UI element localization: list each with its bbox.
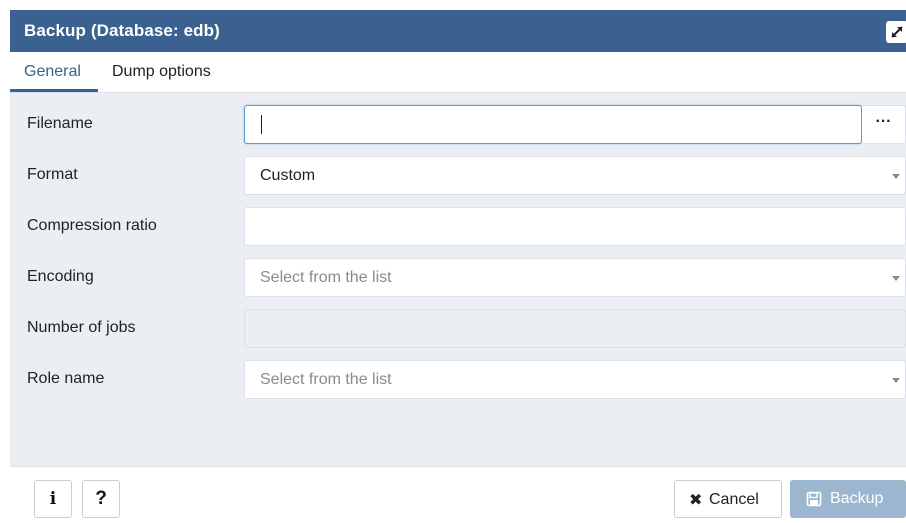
maximize-button[interactable] [886,21,906,43]
encoding-select[interactable]: Select from the list [244,258,906,297]
general-form-panel: Filename ··· Format Custom Compression r… [10,93,906,466]
browse-button[interactable]: ··· [862,105,906,144]
dialog-footer: i ? ✖ Cancel Backup [10,466,906,523]
backup-label: Backup [830,490,884,507]
backup-button[interactable]: Backup [790,480,906,518]
tab-bar: General Dump options [10,52,906,93]
number-of-jobs-label: Number of jobs [27,319,136,336]
save-icon [806,491,822,507]
cancel-button[interactable]: ✖ Cancel [674,480,782,518]
role-name-dropdown-arrow-icon[interactable] [892,378,900,383]
info-icon: i [49,489,57,509]
format-value: Custom [260,167,316,184]
compression-ratio-input[interactable] [244,207,906,246]
tab-general[interactable]: General [24,63,81,81]
compression-ratio-label: Compression ratio [27,217,157,234]
filename-label: Filename [27,115,93,132]
encoding-dropdown-arrow-icon[interactable] [892,276,900,281]
number-of-jobs-input [244,309,906,348]
format-dropdown-arrow-icon[interactable] [892,174,900,179]
cancel-label: Cancel [709,491,759,508]
format-select[interactable]: Custom [244,156,906,195]
help-button[interactable]: ? [82,480,120,518]
role-name-select[interactable]: Select from the list [244,360,906,399]
role-name-placeholder: Select from the list [260,371,392,388]
info-button[interactable]: i [34,480,72,518]
text-cursor [261,115,262,134]
format-label: Format [27,166,78,183]
times-icon: ✖ [689,492,703,509]
filename-input[interactable] [244,105,862,144]
encoding-label: Encoding [27,268,94,285]
dialog-title-bar: Backup (Database: edb) [10,10,906,52]
expand-icon [891,26,903,38]
encoding-placeholder: Select from the list [260,269,392,286]
active-tab-indicator [10,89,98,92]
role-name-label: Role name [27,370,105,387]
dialog-title: Backup (Database: edb) [24,21,220,40]
help-icon: ? [95,488,107,509]
tab-dump-options[interactable]: Dump options [112,63,211,81]
